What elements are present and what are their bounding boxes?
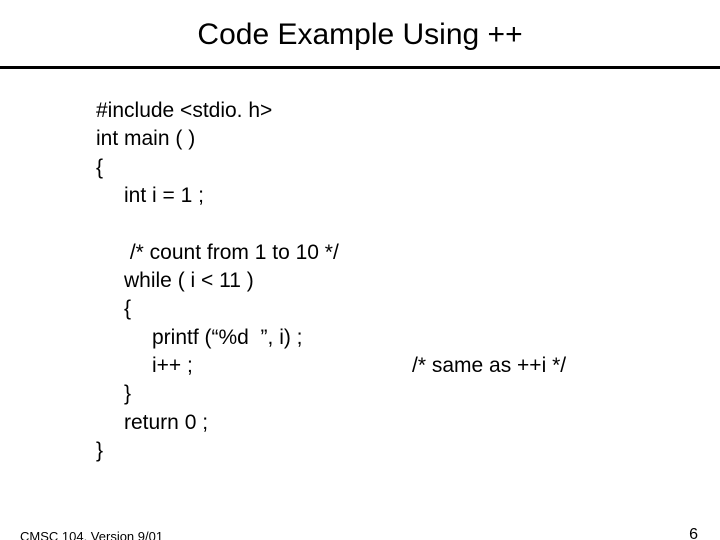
horizontal-rule [0, 66, 720, 69]
code-blank [96, 210, 720, 238]
code-line: } [96, 380, 720, 408]
code-line: return 0 ; [96, 409, 720, 437]
code-line: /* count from 1 to 10 */ [96, 239, 720, 267]
code-line: int i = 1 ; [96, 182, 720, 210]
code-line: int main ( ) [96, 125, 720, 153]
code-line: { [96, 295, 720, 323]
code-block: #include <stdio. h> int main ( ) { int i… [96, 97, 720, 465]
slide-title: Code Example Using ++ [0, 18, 720, 52]
code-comment: /* same as ++i */ [412, 352, 566, 380]
code-line: #include <stdio. h> [96, 97, 720, 125]
code-line: while ( i < 11 ) [96, 267, 720, 295]
footer-course: CMSC 104, Version 9/01 [20, 529, 163, 540]
page-number: 6 [689, 526, 698, 540]
code-text: i++ ; [152, 352, 412, 380]
code-line: } [96, 437, 720, 465]
code-line: i++ ; /* same as ++i */ [96, 352, 720, 380]
code-line: printf (“%d ”, i) ; [96, 324, 720, 352]
code-line: { [96, 154, 720, 182]
